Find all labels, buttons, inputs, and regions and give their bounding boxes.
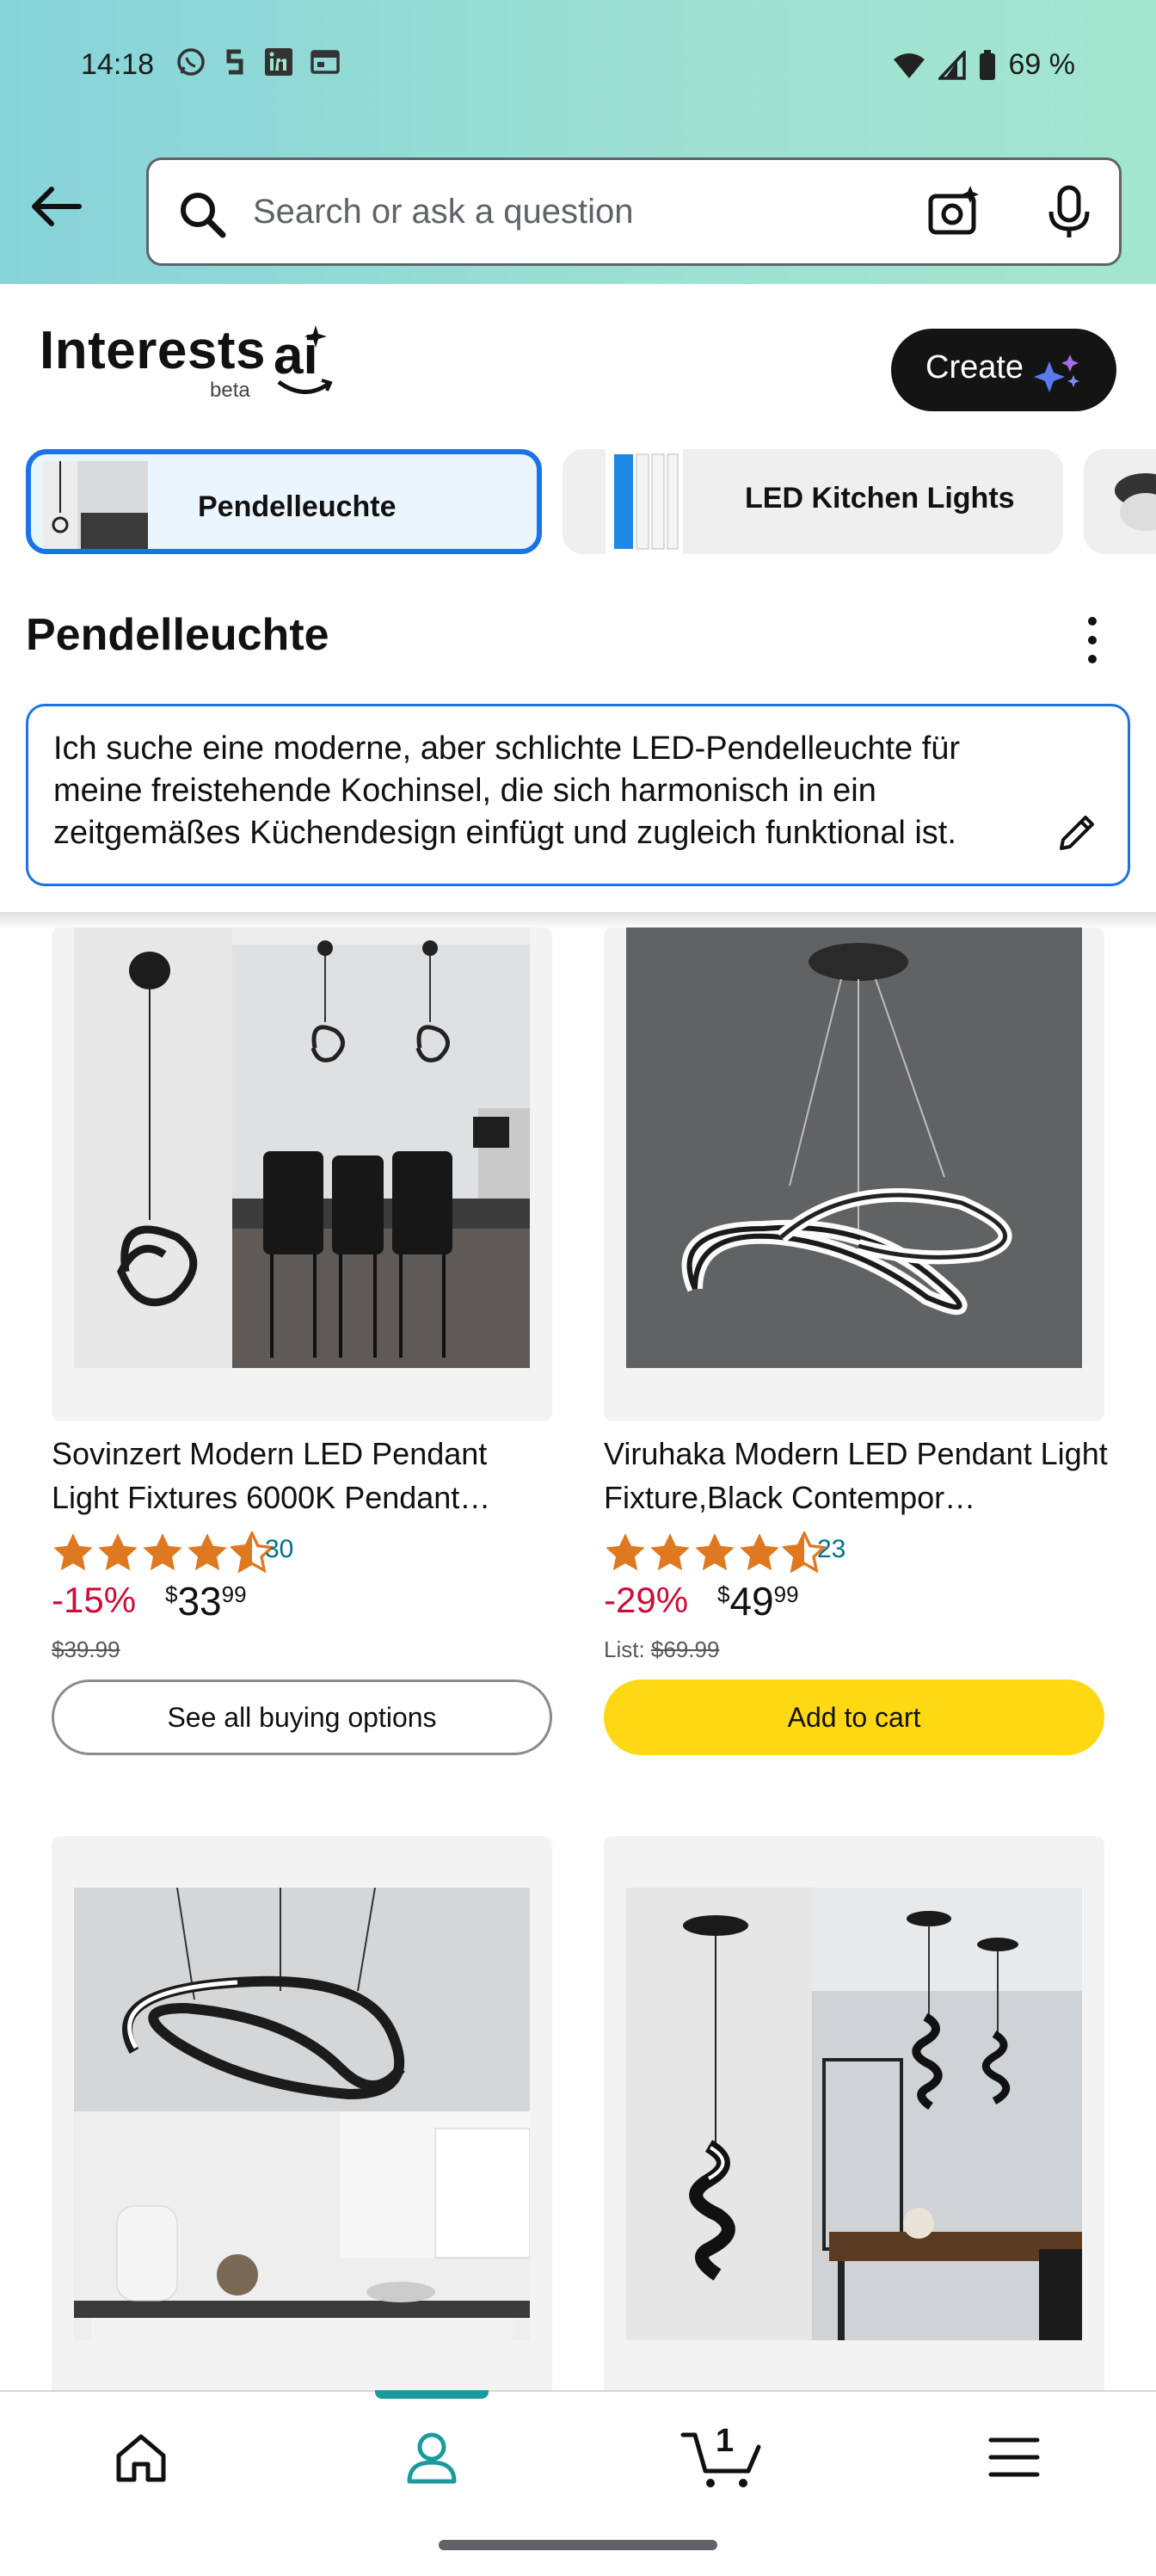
star-full-icon [606,1533,645,1571]
rating-stars[interactable] [604,1531,826,1573]
search-icon [181,193,226,238]
section-title: Pendelleuchte [26,610,329,660]
add-to-cart-button[interactable]: Add to cart [604,1679,1104,1755]
microphone-icon[interactable] [1044,184,1094,241]
calendar-app-icon [311,50,340,74]
gesture-bar [439,2540,717,2550]
sparkle-icon [304,325,327,348]
rating-stars[interactable] [52,1531,274,1573]
beta-label: beta [210,379,250,402]
create-button[interactable]: Create [891,329,1116,411]
menu-icon[interactable] [987,2433,1041,2481]
star-full-icon [188,1533,227,1571]
chip-more[interactable] [1084,449,1156,554]
product-price: $4999 [717,1579,799,1624]
see-all-buying-options-button[interactable]: See all buying options [52,1679,552,1755]
battery-icon [979,49,995,80]
rating-count[interactable]: 23 [817,1535,845,1564]
home-icon[interactable] [114,2430,169,2485]
chip-label: Pendelleuchte [198,490,397,523]
arrow-left-icon [32,187,82,226]
star-full-icon [98,1533,138,1571]
active-tab-indicator [375,2390,489,2399]
product-title[interactable]: Sovinzert Modern LED Pendant Light Fixtu… [52,1432,559,1519]
interest-prompt-text: Ich suche eine moderne, aber schlichte L… [53,730,961,851]
chip-pendelleuchte[interactable]: Pendelleuchte [26,449,542,554]
battery-percent: 69 % [1008,48,1076,81]
product-title[interactable]: Viruhaka Modern LED Pendant Light Fixtur… [604,1432,1111,1519]
rating-count[interactable]: 30 [265,1535,293,1564]
product-image[interactable] [74,927,530,1368]
more-options-icon[interactable] [1075,611,1110,671]
amazon-smile-icon [277,379,333,394]
star-full-icon [695,1533,735,1571]
edit-pencil-icon[interactable] [1055,810,1099,855]
list-price: $39.99 [52,1636,120,1662]
discount-percent: -29% [604,1580,689,1620]
discount-percent: -15% [52,1580,137,1620]
account-icon[interactable] [403,2428,461,2487]
chip-thumbnail [1115,473,1156,531]
notification-icons [175,46,341,77]
chip-led-kitchen-lights[interactable]: LED Kitchen Lights [563,449,1063,554]
cart-button[interactable]: 1 [679,2421,766,2490]
signal-icon [938,50,966,80]
back-button[interactable] [26,176,86,237]
star-full-icon [143,1533,182,1571]
star-full-icon [650,1533,690,1571]
product-image[interactable] [74,1888,530,2340]
create-label: Create [925,349,1024,385]
search-input[interactable]: Search or ask a question [253,193,633,231]
chip-label: LED Kitchen Lights [745,482,1015,515]
sparkles-icon [1034,354,1079,392]
wifi-icon [893,52,925,78]
list-price: List: $69.99 [604,1636,720,1662]
product-price: $3399 [165,1579,247,1624]
system-status: 69 % [892,48,1076,82]
cart-count: 1 [716,2423,735,2459]
camera-sparkle-icon[interactable] [927,184,982,239]
linkedin-icon [265,48,292,76]
product-image[interactable] [626,1888,1082,2340]
chip-thumbnail [43,461,148,549]
star-full-icon [53,1533,93,1571]
s-app-icon [226,49,243,75]
chip-thumbnail [606,449,683,554]
interests-title: Interests [40,321,266,380]
status-time: 14:18 [81,48,155,81]
star-full-icon [740,1533,779,1571]
sticky-header-shadow [0,912,1156,929]
whatsapp-icon [177,48,205,76]
product-image[interactable] [626,927,1082,1368]
